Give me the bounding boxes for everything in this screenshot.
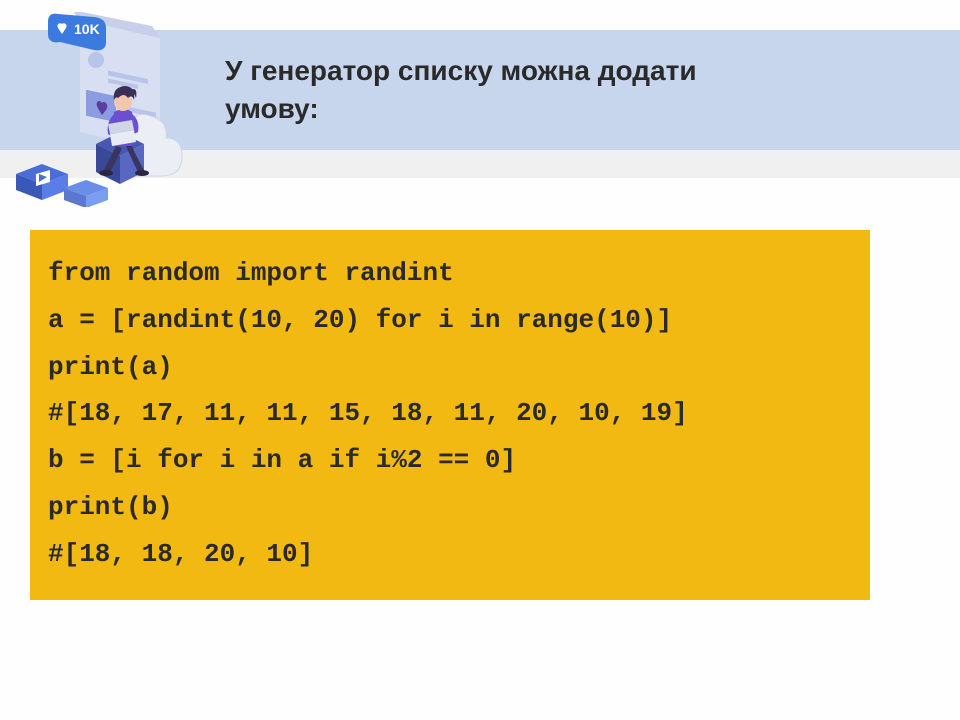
- title-line-2: умову:: [225, 93, 319, 124]
- code-line: b = [i for i in a if i%2 == 0]: [48, 437, 852, 484]
- page-title: У генератор списку можна додати умову:: [225, 52, 777, 128]
- code-line: #[18, 17, 11, 11, 15, 18, 11, 20, 10, 19…: [48, 390, 852, 437]
- code-line: print(a): [48, 344, 852, 391]
- like-badge-icon: 10K: [48, 14, 106, 51]
- title-line-1: У генератор списку можна додати: [225, 55, 697, 86]
- code-line: from random import randint: [48, 250, 852, 297]
- social-media-illustration: 10K: [10, 12, 195, 207]
- code-line: #[18, 18, 20, 10]: [48, 531, 852, 578]
- code-line: a = [randint(10, 20) for i in range(10)]: [48, 297, 852, 344]
- code-line: print(b): [48, 484, 852, 531]
- badge-text: 10K: [74, 21, 100, 37]
- play-tile-icon: [16, 164, 68, 200]
- illustration-svg: 10K: [10, 12, 195, 207]
- image-tile-icon: [64, 180, 108, 207]
- code-block: from random import randint a = [randint(…: [30, 230, 870, 600]
